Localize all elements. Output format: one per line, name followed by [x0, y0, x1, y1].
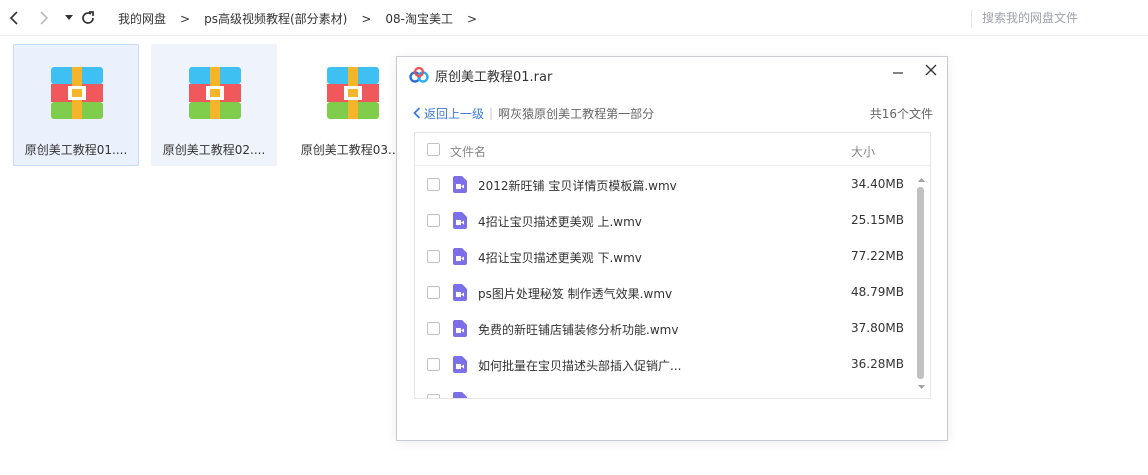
table-row[interactable]: 如何批量在宝贝描述头部插入促销广... 36.28MB [415, 347, 915, 383]
breadcrumb: 我的网盘 > ps高级视频教程(部分素材) >08-淘宝美工 > [118, 10, 491, 27]
table-row[interactable]: 免费的新旺铺店铺装修分析功能.wmv 37.80MB [415, 311, 915, 347]
file-name: 4招让宝贝描述更美观 上.wmv [478, 215, 642, 229]
rar-archive-icon [327, 67, 379, 119]
breadcrumb-separator[interactable]: > [467, 12, 477, 26]
breadcrumb-item[interactable]: 我的网盘 [118, 10, 166, 27]
file-name: 如何批量在宝贝描述头部插入促销广... [478, 359, 682, 373]
table-row-partial[interactable] [415, 383, 915, 398]
minimize-icon[interactable] [890, 65, 906, 81]
file-tile[interactable]: 原创美工教程01.... [13, 44, 139, 166]
file-name: 4招让宝贝描述更美观 下.wmv [478, 251, 642, 265]
row-checkbox[interactable] [427, 214, 440, 227]
file-size: 25.15MB [851, 213, 904, 227]
file-tile[interactable]: 原创美工教程02.... [151, 44, 277, 166]
video-file-icon [453, 176, 467, 193]
column-header-name[interactable]: 文件名 [450, 143, 486, 160]
scroll-down-arrow-icon[interactable] [915, 382, 928, 392]
file-size: 37.80MB [851, 321, 904, 335]
row-checkbox[interactable] [427, 322, 440, 335]
toolbar-divider [971, 10, 972, 28]
file-size: 77.22MB [851, 249, 904, 263]
select-all-checkbox[interactable] [427, 143, 440, 156]
row-checkbox[interactable] [427, 178, 440, 191]
breadcrumb-item[interactable]: ps高级视频教程(部分素材) [204, 10, 347, 27]
row-checkbox[interactable] [427, 286, 440, 299]
file-name: 2012新旺铺 宝贝详情页模板篇.wmv [478, 179, 677, 193]
history-dropdown-icon[interactable] [60, 8, 78, 28]
file-count: 共16个文件 [869, 107, 933, 121]
file-name: 原创美工教程01.... [24, 143, 128, 157]
list-header: 文件名 大小 [415, 133, 930, 166]
rar-archive-icon [51, 67, 103, 119]
scroll-up-arrow-icon[interactable] [915, 175, 928, 185]
table-row[interactable]: 4招让宝贝描述更美观 上.wmv 25.15MB [415, 203, 915, 239]
file-name: ps图片处理秘笈 制作透气效果.wmv [478, 287, 673, 301]
back-link-label: 返回上一级 [424, 106, 485, 121]
back-arrow-icon[interactable] [5, 8, 23, 28]
row-checkbox[interactable] [427, 358, 440, 371]
row-checkbox[interactable] [427, 250, 440, 263]
column-header-size[interactable]: 大小 [851, 143, 875, 160]
file-size: 48.79MB [851, 285, 904, 299]
file-list: 文件名 大小 2012新旺铺 宝贝详情页模板篇.wmv 34.40MB 4招让宝… [414, 132, 931, 399]
video-file-icon [453, 212, 467, 229]
current-path: 啊灰猿原创美工教程第一部分 [498, 106, 655, 121]
baidu-netdisk-logo-icon [409, 67, 429, 83]
video-file-icon [453, 320, 467, 337]
breadcrumb-item[interactable]: 08-淘宝美工 [385, 10, 453, 27]
forward-arrow-icon[interactable] [35, 8, 53, 28]
table-row[interactable]: 2012新旺铺 宝贝详情页模板篇.wmv 34.40MB [415, 167, 915, 203]
dialog-title: 原创美工教程01.rar [435, 69, 553, 85]
path-divider: | [489, 106, 494, 120]
file-size: 36.28MB [851, 357, 904, 371]
breadcrumb-separator: > [361, 11, 372, 26]
dialog-title-bar: 原创美工教程01.rar [409, 65, 552, 85]
video-file-icon [453, 392, 467, 398]
file-size: 34.40MB [851, 177, 904, 191]
close-icon[interactable] [922, 61, 940, 79]
chevron-left-icon [413, 107, 421, 119]
archive-preview-dialog: 原创美工教程01.rar 返回上一级 | 啊灰猿原创美工教程第一部分 共16个文… [396, 56, 948, 441]
refresh-icon[interactable] [79, 8, 97, 28]
table-row[interactable]: ps图片处理秘笈 制作透气效果.wmv 48.79MB [415, 275, 915, 311]
top-toolbar: 我的网盘 > ps高级视频教程(部分素材) >08-淘宝美工 > [0, 0, 1148, 36]
rar-archive-icon [189, 67, 241, 119]
video-file-icon [453, 356, 467, 373]
breadcrumb-separator: > [180, 11, 191, 26]
video-file-icon [453, 248, 467, 265]
row-checkbox[interactable] [427, 394, 440, 398]
file-name: 免费的新旺铺店铺装修分析功能.wmv [478, 323, 679, 337]
scrollbar-thumb[interactable] [917, 187, 924, 379]
video-file-icon [453, 284, 467, 301]
table-row[interactable]: 4招让宝贝描述更美观 下.wmv 77.22MB [415, 239, 915, 275]
dialog-navigation: 返回上一级 | 啊灰猿原创美工教程第一部分 共16个文件 [413, 104, 933, 122]
search-input[interactable] [982, 8, 1142, 28]
back-up-one-level-link[interactable]: 返回上一级 [413, 105, 484, 122]
file-name: 原创美工教程02.... [162, 143, 266, 157]
